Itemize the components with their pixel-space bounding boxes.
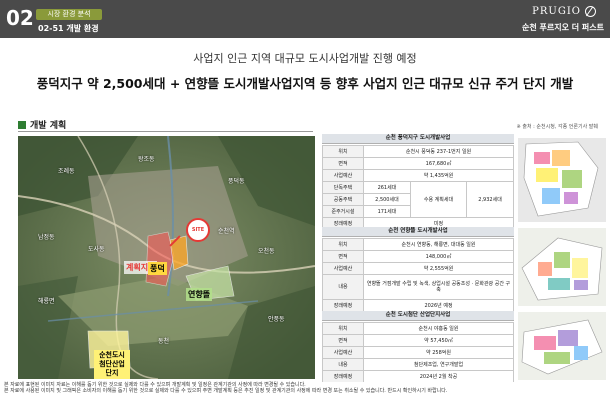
table-key: 장래예정 <box>322 370 364 383</box>
table-value: 약 57,450㎡ <box>363 334 514 347</box>
table-key: 위치 <box>322 145 364 158</box>
plan-thumbnail-yeonhyang <box>518 228 606 306</box>
table-value: 연향뜰 거점개발 수립 및 녹색, 상업시설 공동조성 · 문화관광 공간 구축 <box>363 274 514 300</box>
table-industrial: 위치 순천시 야흥동 일원 면적 약 57,450㎡ 사업예산 약 258억원 내용 첨… <box>322 322 514 383</box>
table-row: 장래예정 2024년 2월 착공 <box>322 370 514 383</box>
table-row: 사업예산 약 1,435억원 <box>322 169 514 182</box>
table-value: 순천시 연향동, 해룡면, 대대동 일원 <box>363 238 514 251</box>
table-row: 위치 순천시 야흥동 일원 <box>322 322 514 335</box>
plan-thumbnail-pungdeok <box>518 138 606 222</box>
place-label: 조례동 <box>58 168 75 175</box>
page-subtitle: 사업지 인근 지역 대규모 도시사업개발 진행 예정 <box>193 52 417 65</box>
aerial-map: 조례동 왕조동 풍덕동 남정동 도사동 오천동 해룡면 안풍동 순천역 동천 <box>18 136 315 379</box>
table-key: 위치 <box>322 238 364 251</box>
table-value: 167,680㎡ <box>363 157 514 170</box>
table-value: 약 258억원 <box>363 346 514 359</box>
place-label: 순천역 <box>218 228 235 235</box>
table-key: 내용 <box>322 358 364 371</box>
dev-plan-heading: 개발 계획 <box>18 118 66 131</box>
disclaimer-line: 본 자료에 사용된 이미지 및 그래픽은 소비자의 이해를 돕기 위한 것으로 … <box>4 388 448 394</box>
table-value: 약 2,555억원 <box>363 262 514 275</box>
table-row: 사업예산 약 2,555억원 <box>322 262 514 275</box>
map-label-industrial: 순천도시첨단산업단지 <box>94 350 130 379</box>
table-row: 위치 순천시 풍덕동 237-1번지 일원 <box>322 145 514 158</box>
dev-plan-title: 개발 계획 <box>30 121 67 131</box>
table-value: 2026년 예정 <box>363 299 514 312</box>
table-title-pungdeok: 순천 풍덕지구 도시개발사업 <box>322 134 514 144</box>
table-key: 준주거시설 <box>322 205 364 218</box>
place-label: 도사동 <box>88 246 105 253</box>
section-tag: 시장 환경 분석 <box>36 9 102 20</box>
table-key: 장래예정 <box>322 299 364 312</box>
table-key: 면적 <box>322 250 364 263</box>
table-key: 내용 <box>322 274 364 300</box>
map-label-pungdeok: 풍덕 <box>148 262 167 275</box>
table-value: 순천시 풍덕동 237-1번지 일원 <box>363 145 514 158</box>
page-headline: 풍덕지구 약 2,500세대 + 연향뜰 도시개발사업지역 등 향후 사업지 인… <box>36 76 574 91</box>
table-pungdeok: 위치 순천시 풍덕동 237-1번지 일원 면적 167,680㎡ 사업예산 약 1,… <box>322 145 514 230</box>
table-row: 면적 약 57,450㎡ <box>322 334 514 347</box>
place-label: 해룡면 <box>38 298 55 305</box>
site-name: 순천 푸르지오 더 퍼스트 <box>522 23 604 32</box>
site-marker: SITE <box>186 218 210 242</box>
place-label: 동천 <box>158 338 170 345</box>
table-value: 261세대 <box>363 181 411 194</box>
disclaimer-footer: 본 자료에 표현된 이미지 자료는 이해를 돕기 위한 것으로 실제와 다를 수… <box>0 382 610 420</box>
table-row: 위치 순천시 연향동, 해룡면, 대대동 일원 <box>322 238 514 251</box>
table-key: 공동주택 <box>322 193 364 206</box>
section-number: 02 <box>6 6 34 30</box>
table-title-industrial: 순천 도시첨단 산업단지사업 <box>322 311 514 321</box>
source-note: ※ 출처 : 순천시청, 각종 언론기사 발췌 <box>516 124 598 130</box>
table-yeonhyang: 위치 순천시 연향동, 해룡면, 대대동 일원 면적 148,000㎡ 사업예산 약 … <box>322 238 514 312</box>
brand-mark-icon <box>585 6 596 17</box>
table-key: 사업예산 <box>322 346 364 359</box>
table-row: 사업예산 약 258억원 <box>322 346 514 359</box>
table-value: 171세대 <box>363 205 411 218</box>
place-label: 풍덕동 <box>228 178 245 185</box>
table-value: 순천시 야흥동 일원 <box>363 322 514 335</box>
table-key: 면적 <box>322 334 364 347</box>
page-header: 02 시장 환경 분석 02-51 개발 환경 PRUGIO 순천 푸르지오 더… <box>0 0 610 38</box>
table-row: 면적 167,680㎡ <box>322 157 514 170</box>
table-key: 단독주택 <box>322 181 364 194</box>
place-label: 오천동 <box>258 248 275 255</box>
place-label: 남정동 <box>38 234 55 241</box>
place-label: 안풍동 <box>268 316 285 323</box>
bullet-square-icon <box>18 121 26 129</box>
table-row: 단독주택 261세대 수용 계획세대 2,932세대 <box>322 181 514 218</box>
table-value: 약 1,435억원 <box>363 169 514 182</box>
brand-logo: PRUGIO <box>532 6 596 17</box>
table-title-yeonhyang: 순천 연향뜰 도시개발사업 <box>322 227 514 237</box>
brand-logo-text: PRUGIO <box>532 6 581 17</box>
table-value: 2,932세대 <box>466 181 514 218</box>
table-key: 위치 <box>322 322 364 335</box>
table-value: 첨단제조업, 연구개발업 <box>363 358 514 371</box>
divider <box>18 131 313 132</box>
table-value: 2,500세대 <box>363 193 411 206</box>
table-value: 148,000㎡ <box>363 250 514 263</box>
place-label: 왕조동 <box>138 156 155 163</box>
section-title: 02-51 개발 환경 <box>38 24 99 33</box>
table-row: 장래예정 2026년 예정 <box>322 299 514 312</box>
plan-thumbnail-industrial <box>518 312 606 380</box>
table-value: 수용 계획세대 <box>409 181 468 218</box>
table-row: 내용 연향뜰 거점개발 수립 및 녹색, 상업시설 공동조성 · 문화관광 공간 … <box>322 274 514 300</box>
table-key: 사업예산 <box>322 169 364 182</box>
table-key: 면적 <box>322 157 364 170</box>
table-value: 2024년 2월 착공 <box>363 370 514 383</box>
table-key: 사업예산 <box>322 262 364 275</box>
map-label-yeonhyang: 연향뜰 <box>186 288 213 301</box>
table-row: 내용 첨단제조업, 연구개발업 <box>322 358 514 371</box>
table-row: 면적 148,000㎡ <box>322 250 514 263</box>
